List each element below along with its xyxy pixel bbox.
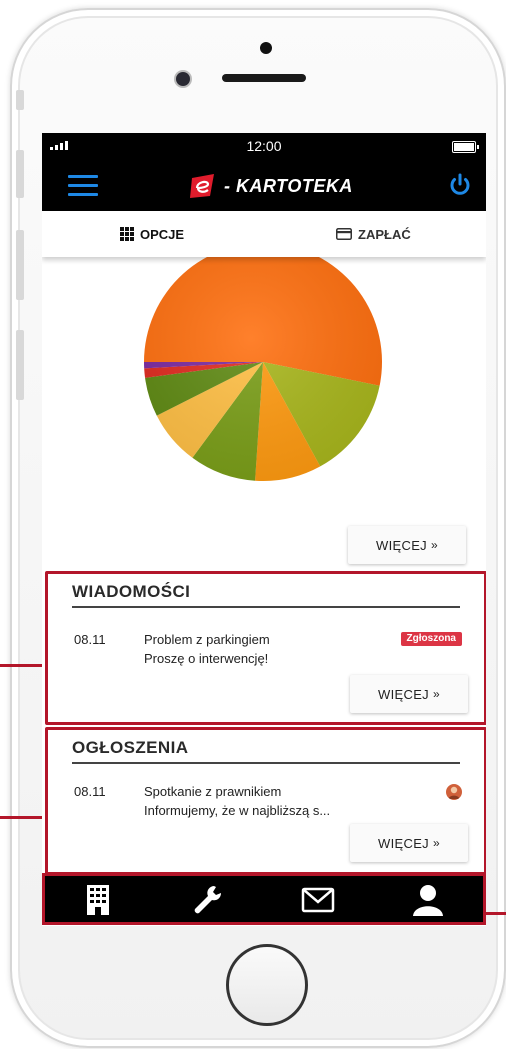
- messages-title: WIADOMOŚCI: [72, 582, 191, 601]
- chevrons-right-icon: »: [432, 687, 440, 701]
- tab-zaplac-label: ZAPŁAĆ: [358, 226, 411, 242]
- grid-icon: [120, 227, 134, 241]
- message-body: Proszę o interwencję!: [144, 651, 269, 666]
- status-bar: 12:00: [42, 133, 486, 159]
- earpiece-speaker: [222, 74, 306, 82]
- bottom-navigation: [42, 873, 486, 925]
- tab-zaplac[interactable]: ZAPŁAĆ: [336, 211, 411, 257]
- wrench-icon[interactable]: [189, 884, 223, 916]
- messages-divider: [72, 606, 460, 608]
- announcement-body: Informujemy, że w najbliższą s...: [144, 803, 331, 818]
- mute-switch: [16, 90, 24, 110]
- chart-more-button[interactable]: WIĘCEJ »: [348, 526, 466, 564]
- pie-chart-svg: [144, 243, 382, 481]
- status-badge: Zgłoszona: [400, 632, 462, 646]
- volume-up-button: [16, 150, 24, 198]
- announcement-subject: Spotkanie z prawnikiem: [144, 784, 282, 799]
- callout-line-bottom-nav: [486, 912, 506, 915]
- volume-down-button: [16, 230, 24, 300]
- message-subject: Problem z parkingiem: [144, 632, 270, 647]
- callout-line-messages: [0, 664, 46, 667]
- chevrons-right-icon: »: [430, 538, 438, 552]
- messages-section: WIADOMOŚCI 08.11 Problem z parkingiem Pr…: [45, 571, 486, 725]
- tab-opcje-label: OPCJE: [140, 226, 185, 242]
- brand-name: - KARTOTEKA: [224, 175, 353, 196]
- proximity-sensor: [260, 42, 272, 54]
- announcements-title: OGŁOSZENIA: [72, 738, 189, 757]
- announcements-section: OGŁOSZENIA 08.11 Spotkanie z prawnikiem …: [45, 727, 486, 875]
- announcements-more-button[interactable]: WIĘCEJ »: [350, 824, 468, 862]
- power-icon[interactable]: [446, 171, 474, 199]
- tab-opcje[interactable]: OPCJE: [120, 211, 184, 257]
- announcements-divider: [72, 762, 460, 764]
- callout-line-announcements: [0, 816, 46, 819]
- announcement-text: Spotkanie z prawnikiem Informujemy, że w…: [144, 782, 330, 820]
- pie-chart: [142, 241, 384, 483]
- announcement-date: 08.11: [74, 784, 106, 799]
- hamburger-menu-icon[interactable]: [68, 175, 98, 197]
- announcements-more-label: WIĘCEJ: [378, 835, 429, 851]
- front-camera: [176, 72, 190, 86]
- side-button: [16, 330, 24, 400]
- chevrons-right-icon: »: [432, 836, 440, 850]
- user-icon[interactable]: [411, 884, 445, 916]
- message-text: Problem z parkingiem Proszę o interwencj…: [144, 630, 270, 668]
- brand-logo: - KARTOTEKA: [188, 169, 353, 203]
- home-button[interactable]: [226, 944, 308, 1026]
- e-logo-icon: [190, 174, 214, 198]
- battery-icon: [452, 141, 479, 153]
- envelope-icon[interactable]: [301, 884, 335, 916]
- building-icon[interactable]: [81, 884, 115, 916]
- pie-shading: [144, 243, 382, 481]
- app-screen: 12:00 - KARTOTEKA OPCJE ZAPŁAĆ WIĘCEJ » …: [42, 133, 486, 926]
- avatar-icon: [446, 784, 462, 800]
- app-header: - KARTOTEKA: [42, 159, 486, 211]
- message-date: 08.11: [74, 632, 106, 647]
- credit-card-icon: [336, 228, 352, 240]
- chart-more-label: WIĘCEJ: [376, 537, 427, 553]
- messages-more-button[interactable]: WIĘCEJ »: [350, 675, 468, 713]
- messages-more-label: WIĘCEJ: [378, 686, 429, 702]
- status-time: 12:00: [246, 138, 282, 154]
- tab-bar: OPCJE ZAPŁAĆ: [42, 211, 486, 257]
